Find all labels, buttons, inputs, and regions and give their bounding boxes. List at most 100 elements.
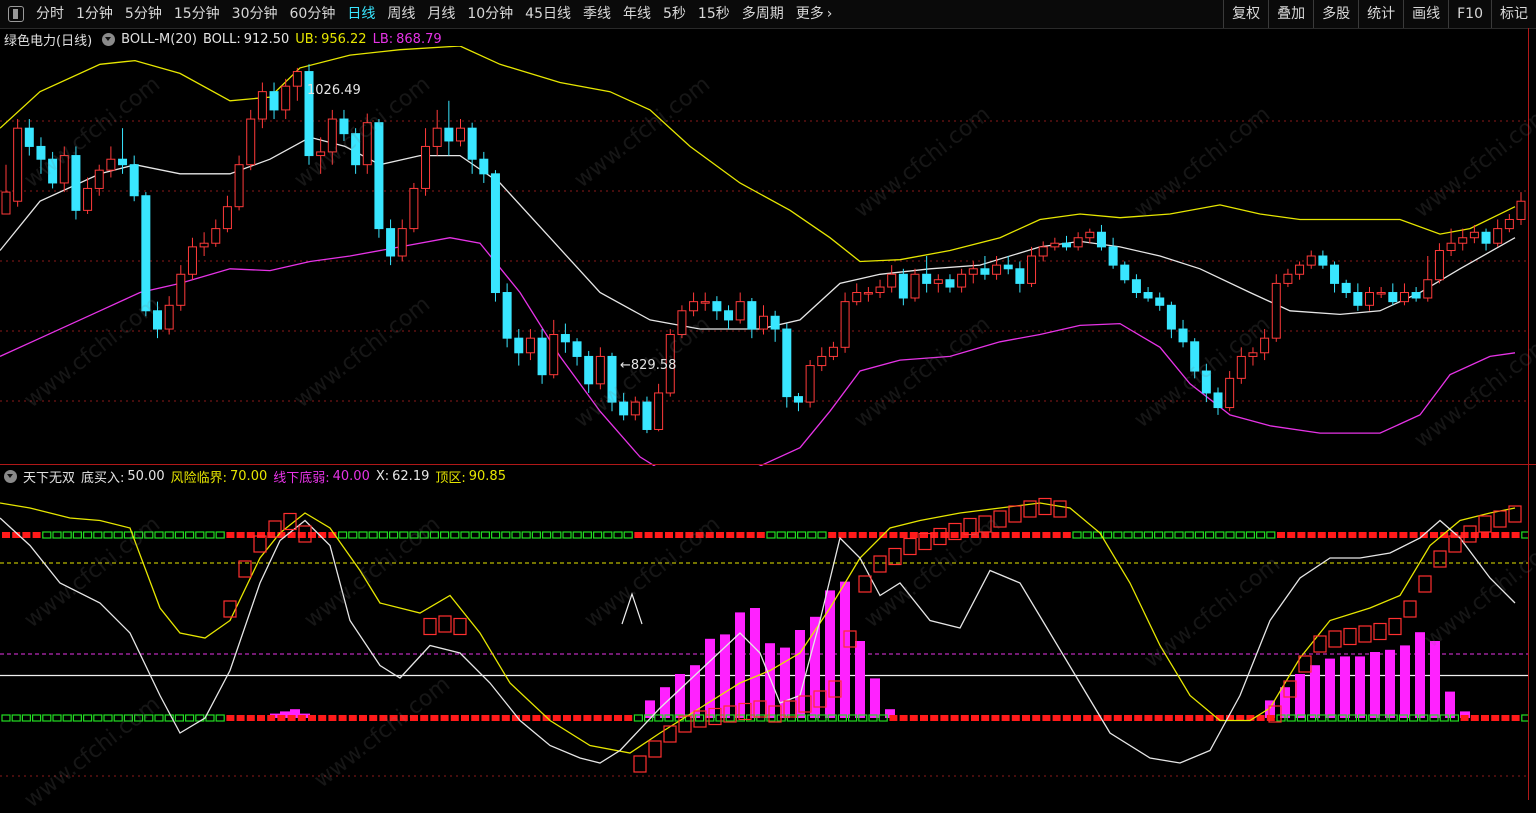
bottom-signal-box-red <box>532 715 541 721</box>
candle <box>1178 319 1188 348</box>
candle-body-up <box>1516 200 1526 220</box>
window-toggle-icon[interactable] <box>8 6 24 22</box>
period-tab-1[interactable]: 1分钟 <box>70 0 119 28</box>
candle-body-up <box>421 145 431 189</box>
period-tab-9[interactable]: 10分钟 <box>461 0 519 28</box>
period-tab-5[interactable]: 60分钟 <box>284 0 342 28</box>
top-signal-box-green <box>1113 531 1123 539</box>
sub-indicator-dropdown-icon[interactable] <box>4 469 17 483</box>
top-signal-box-red <box>226 532 235 538</box>
period-tab-15[interactable]: 多周期 <box>736 0 790 28</box>
period-tab-3[interactable]: 15分钟 <box>168 0 226 28</box>
candle <box>176 265 186 311</box>
candle <box>502 283 512 348</box>
candle-body-down <box>374 122 384 230</box>
candle-body-down <box>584 355 594 385</box>
candle-body-down <box>980 268 990 275</box>
candle-body-down <box>1108 246 1118 266</box>
bottom-signal-box-red <box>1266 715 1275 721</box>
period-tab-0[interactable]: 分时 <box>30 0 70 28</box>
period-tab-10[interactable]: 45日线 <box>519 0 577 28</box>
candle-body-up <box>1504 218 1514 230</box>
tool-button-6[interactable]: 标记 <box>1491 0 1536 28</box>
bottom-signal-box-red <box>1022 715 1030 721</box>
period-tab-7[interactable]: 周线 <box>381 0 421 28</box>
top-signal-box-green <box>592 531 603 539</box>
tool-button-0[interactable]: 复权 <box>1223 0 1268 28</box>
top-signal-box-green <box>470 531 480 539</box>
high-price-label: 1026.49 <box>307 83 361 98</box>
bottom-signal-box-red <box>1001 715 1010 721</box>
period-tab-12[interactable]: 年线 <box>617 0 657 28</box>
top-signal-box-red <box>665 532 673 538</box>
candle <box>304 64 314 165</box>
candle <box>1190 338 1200 379</box>
period-toolbar: 分时 1分钟 5分钟 15分钟 30分钟 60分钟 日线 周线 月线 10分钟 45日线 季线 年线 5秒… <box>0 0 1536 29</box>
tool-buttons: 复权 叠加 多股 统计 画线 F10 标记 <box>1223 0 1536 28</box>
tool-button-2[interactable]: 多股 <box>1313 0 1358 28</box>
candle-body-up <box>1283 273 1293 284</box>
candle-body-down <box>1143 292 1153 299</box>
sub-indicator-name[interactable]: 天下无双 <box>23 467 75 486</box>
top-signal-box-green <box>1102 531 1113 539</box>
indicator-dropdown-icon[interactable] <box>102 32 116 46</box>
candle-body-up <box>968 268 978 275</box>
top-signal-box-red <box>1389 532 1398 538</box>
period-tab-14[interactable]: 15秒 <box>692 0 736 28</box>
candle-body-up <box>735 301 745 321</box>
top-signal-box-red <box>940 532 949 538</box>
oscillator-chart[interactable] <box>0 486 1528 798</box>
top-signal-box-red <box>634 532 643 538</box>
period-tab-16[interactable]: 更多 › <box>790 0 839 28</box>
period-tab-4[interactable]: 30分钟 <box>226 0 284 28</box>
red-osc-box <box>1388 617 1402 636</box>
top-signal-box-red <box>1501 532 1510 538</box>
candle <box>572 338 582 366</box>
period-tab-8[interactable]: 月线 <box>421 0 461 28</box>
indicator-name[interactable]: BOLL-M(20) <box>121 32 197 47</box>
pane-divider <box>0 464 1536 465</box>
tool-button-1[interactable]: 叠加 <box>1268 0 1313 28</box>
top-signal-box-green <box>389 531 399 539</box>
bottom-signal-box-green <box>113 714 123 722</box>
top-signal-box-red <box>746 532 755 538</box>
top-signal-box-green <box>1072 531 1082 539</box>
candle-body-down <box>467 127 477 160</box>
candle-body-up <box>852 292 862 303</box>
period-tab-13[interactable]: 5秒 <box>657 0 692 28</box>
period-tab-6[interactable]: 日线 <box>341 0 381 28</box>
period-tab-11[interactable]: 季线 <box>577 0 617 28</box>
candle-body-down <box>1481 231 1491 244</box>
candle-body-up <box>957 273 967 288</box>
tool-button-4[interactable]: 画线 <box>1403 0 1448 28</box>
bottom-signal-box-red <box>226 715 235 721</box>
candle <box>141 192 151 317</box>
tool-button-5[interactable]: F10 <box>1448 0 1491 28</box>
period-tab-2[interactable]: 5分钟 <box>119 0 168 28</box>
magenta-bar <box>1385 649 1395 718</box>
tool-button-3[interactable]: 统计 <box>1358 0 1403 28</box>
bottom-signal-box-green <box>123 714 134 722</box>
candle <box>246 109 256 171</box>
candle-body-up <box>759 315 768 330</box>
red-osc-box <box>633 755 647 773</box>
bottom-signal-box-red <box>1470 715 1479 721</box>
bottom-signal-box-red <box>950 715 959 721</box>
top-signal-box-green <box>103 531 113 539</box>
candle <box>1260 329 1270 361</box>
bottom-signal-box-red <box>971 715 979 721</box>
price-chart[interactable]: 1026.49 ←829.58 <box>0 46 1528 466</box>
candle <box>1108 237 1118 269</box>
magenta-bar <box>1340 656 1350 718</box>
candle <box>1283 268 1293 288</box>
top-signal-box-green <box>521 531 531 539</box>
candle-body-down <box>945 279 955 288</box>
candle <box>432 109 442 156</box>
candle-body-down <box>1015 268 1025 284</box>
red-osc-box <box>903 537 917 556</box>
bottom-signal-box-red <box>899 715 908 721</box>
candle <box>840 292 850 353</box>
candle-body-down <box>1411 292 1421 299</box>
candle <box>1155 292 1165 311</box>
bottom-signal-box-red <box>359 715 367 721</box>
